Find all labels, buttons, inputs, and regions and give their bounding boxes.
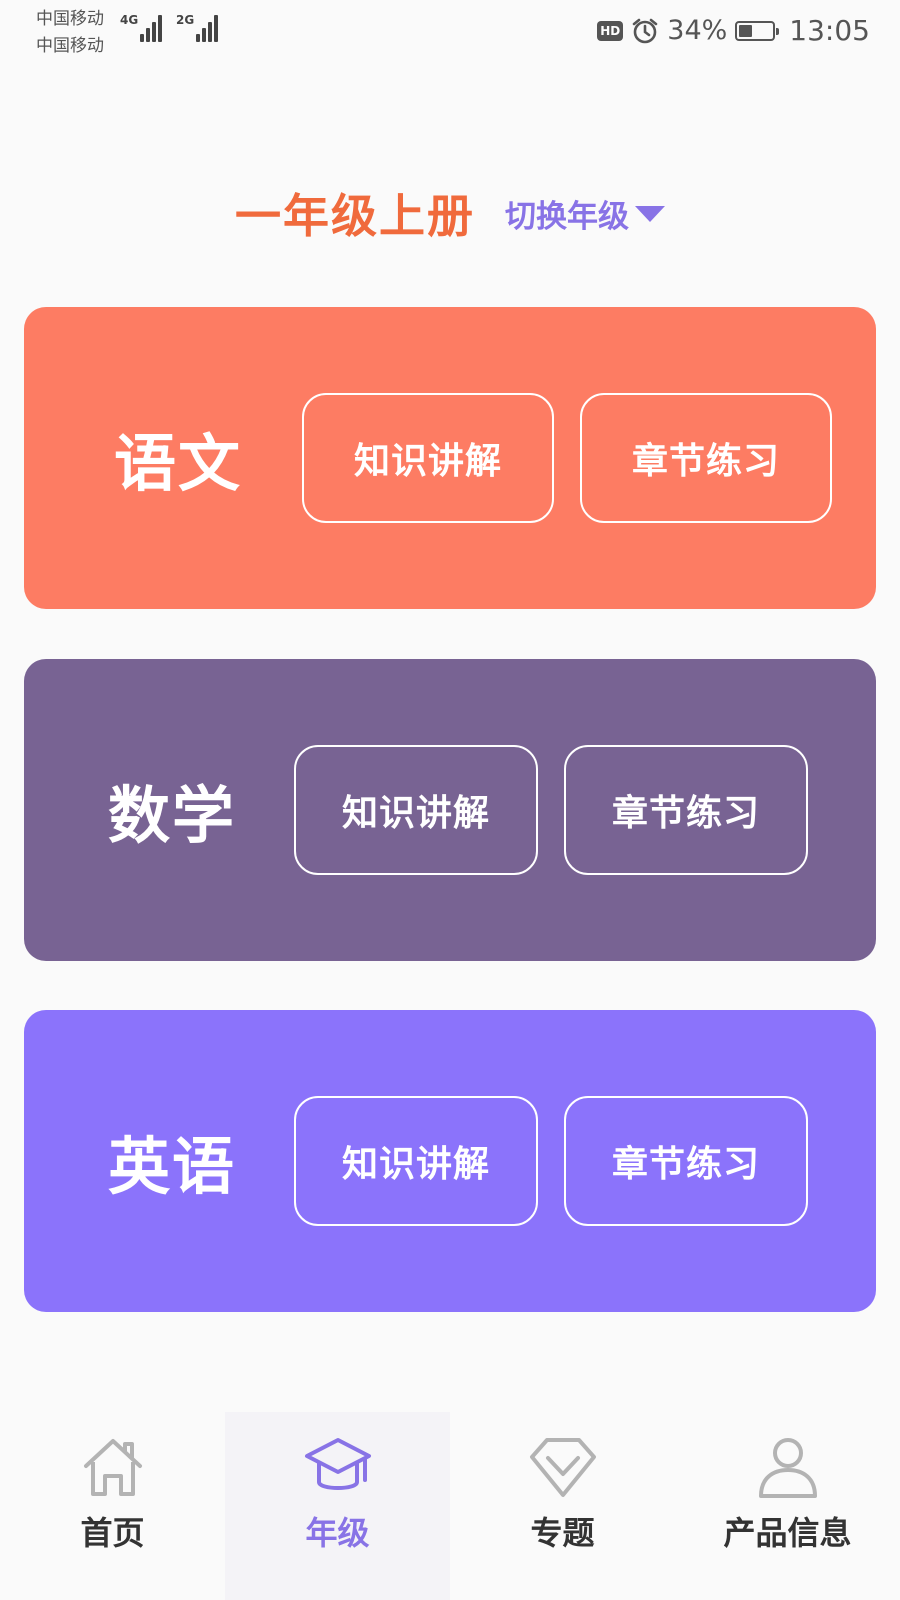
signal-1: 4G [120,12,163,42]
subject-card-math: 数学 知识讲解 章节练习 [24,659,876,961]
nav-label: 年级 [305,1514,370,1552]
nav-item-grade[interactable]: 年级 [225,1412,450,1600]
home-icon [83,1439,142,1496]
chapter-practice-button[interactable]: 章节练习 [564,745,808,875]
nav-item-product-info[interactable]: 产品信息 [675,1412,900,1600]
signal-bars-icon [140,12,163,42]
battery-icon [735,20,780,41]
carrier-1: 中国移动 [36,9,104,29]
status-right: HD 34% 13:05 [597,14,870,47]
battery-percent: 34% [667,15,728,46]
switch-grade-label: 切换年级 [505,198,629,235]
clock: 13:05 [789,14,870,47]
user-icon [758,1438,817,1498]
switch-grade-button[interactable]: 切换年级 [505,191,665,236]
knowledge-explain-button[interactable]: 知识讲解 [302,393,554,523]
network-type-1: 4G [120,13,139,27]
nav-label: 首页 [80,1514,145,1552]
nav-item-home[interactable]: 首页 [0,1412,225,1600]
subject-name: 语文 [114,427,243,500]
chapter-practice-button[interactable]: 章节练习 [564,1096,808,1226]
hd-badge: HD [597,20,624,41]
carrier-info: 中国移动 中国移动 [36,6,104,60]
knowledge-explain-button[interactable]: 知识讲解 [294,1096,538,1226]
nav-label: 专题 [530,1514,595,1552]
nav-label: 产品信息 [723,1514,852,1552]
grade-title: 一年级上册 [235,189,475,243]
subject-name: 数学 [108,779,237,852]
carrier-2: 中国移动 [36,36,104,56]
signal-2: 2G [176,12,219,42]
nav-item-topic[interactable]: 专题 [450,1412,675,1600]
network-type-2: 2G [176,13,195,27]
battery-fill [739,24,752,37]
subject-card-chinese: 语文 知识讲解 章节练习 [24,307,876,609]
status-bar: 中国移动 中国移动 4G 2G HD 34% 13:05 [0,0,900,64]
signal-bars-icon [196,12,219,42]
knowledge-explain-button[interactable]: 知识讲解 [294,745,538,875]
subject-card-english: 英语 知识讲解 章节练习 [24,1010,876,1312]
graduation-cap-icon [304,1438,371,1490]
topic-icon [529,1438,596,1497]
grade-header: 一年级上册 切换年级 [0,180,900,246]
alarm-clock-icon [632,18,658,43]
subject-name: 英语 [108,1130,237,1203]
caret-down-icon [635,206,665,222]
chapter-practice-button[interactable]: 章节练习 [580,393,832,523]
bottom-nav: 首页 年级 专题 产品信息 [0,1412,900,1600]
